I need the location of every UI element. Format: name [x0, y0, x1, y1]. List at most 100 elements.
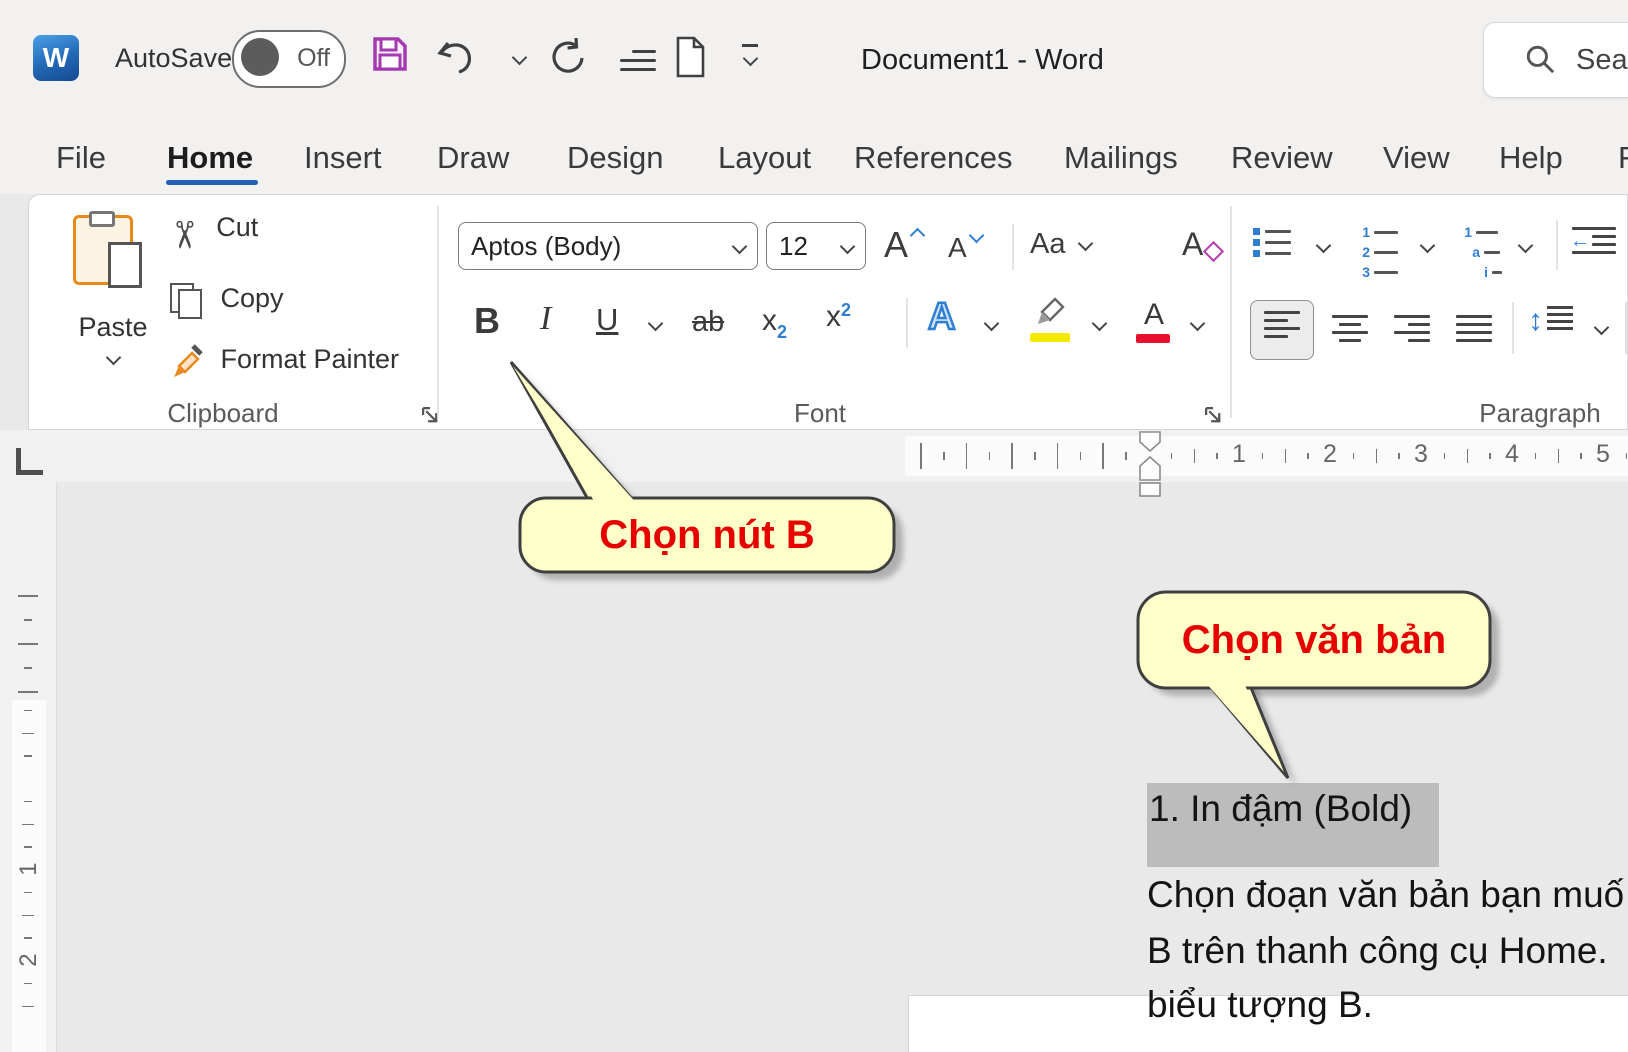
underline-button[interactable]: U	[596, 302, 618, 338]
align-left-button[interactable]	[1250, 300, 1314, 360]
v-ruler-number: 2	[15, 945, 43, 975]
subscript-mark: 2	[777, 322, 787, 342]
ruler-tick	[1011, 443, 1013, 469]
h-ruler-number: 4	[1503, 440, 1521, 469]
numbering-button[interactable]: 1 2 3	[1358, 220, 1398, 284]
bold-button[interactable]: B	[474, 300, 500, 342]
tab-selector-button[interactable]	[16, 448, 43, 475]
callout-bold-button-text: Chọn nút B	[520, 498, 894, 572]
ruler-tick	[24, 983, 32, 985]
bullet-square-icon	[1253, 228, 1260, 235]
redo-button[interactable]	[545, 34, 593, 87]
redo-icon	[545, 34, 593, 82]
ruler-tick	[1489, 453, 1491, 459]
v-ruler-number: 1	[15, 854, 43, 884]
customize-toolbar-button[interactable]	[742, 44, 758, 69]
indent-markers[interactable]	[1136, 430, 1164, 500]
document-heading[interactable]: 1. In đậm (Bold)	[1147, 783, 1439, 832]
subscript-button[interactable]: x2	[762, 304, 787, 343]
tab-design[interactable]: Design	[567, 140, 664, 176]
paste-button[interactable]: Paste	[58, 210, 168, 370]
first-line-indent-marker	[1140, 432, 1160, 451]
font-size-chevron-icon	[840, 238, 856, 254]
tab-help[interactable]: Help	[1499, 140, 1563, 176]
line-spacing-lines-icon	[1547, 302, 1573, 334]
justify-button[interactable]	[1456, 310, 1492, 347]
highlight-color-button[interactable]	[1030, 292, 1074, 342]
undo-dropdown-chevron-icon[interactable]	[512, 50, 528, 66]
ruler-tick	[989, 452, 991, 460]
strikethrough-button[interactable]: ab	[692, 306, 724, 339]
word-logo-icon[interactable]: W	[33, 35, 79, 81]
eraser-icon	[1203, 241, 1224, 262]
search-box[interactable]: Sea	[1483, 22, 1628, 98]
document-line[interactable]: Chọn đoạn văn bản bạn muố	[1147, 872, 1624, 918]
small-divider	[906, 298, 908, 348]
autosave-toggle[interactable]: Off	[232, 30, 346, 88]
change-case-button[interactable]: Aa	[1030, 228, 1091, 261]
tab-draw[interactable]: Draw	[437, 140, 509, 176]
line-spacing-button[interactable]: ↕	[1528, 302, 1573, 339]
ruler-tick	[22, 824, 34, 826]
ruler-tick	[18, 643, 38, 645]
tab-layout[interactable]: Layout	[718, 140, 811, 176]
font-dialog-launcher-icon[interactable]	[1203, 405, 1223, 425]
tab-insert[interactable]: Insert	[304, 140, 382, 176]
small-divider	[1556, 220, 1558, 270]
ruler-tick	[24, 846, 32, 848]
paste-dropdown-chevron-icon[interactable]	[106, 350, 122, 366]
ruler-tick	[22, 915, 34, 917]
menu-lines-button[interactable]	[620, 44, 656, 77]
save-button[interactable]	[368, 32, 412, 81]
ruler-tick	[24, 801, 32, 803]
clipboard-sheet-icon	[108, 242, 142, 288]
ruler-tick	[1580, 453, 1582, 459]
ruler-tick	[1194, 449, 1196, 463]
ruler-tick	[22, 733, 34, 735]
clear-formatting-button[interactable]: A	[1182, 226, 1226, 263]
text-effects-button[interactable]: A	[928, 296, 955, 339]
multilevel-list-button[interactable]: 1 a i	[1460, 220, 1502, 284]
cut-button[interactable]: ✂ Cut	[168, 212, 258, 257]
tab-file[interactable]: File	[56, 140, 106, 176]
ruler-tick	[1444, 453, 1446, 459]
format-painter-button[interactable]: Format Painter	[168, 340, 399, 385]
tab-mailings[interactable]: Mailings	[1064, 140, 1178, 176]
ruler-tick	[1216, 453, 1218, 459]
align-right-button[interactable]	[1394, 310, 1430, 347]
document-line[interactable]: B trên thanh công cụ Home.	[1147, 928, 1608, 974]
font-color-button[interactable]: A	[1136, 298, 1172, 343]
small-divider	[1625, 302, 1627, 354]
tab-view[interactable]: View	[1383, 140, 1450, 176]
save-icon	[368, 32, 412, 76]
align-center-button[interactable]	[1332, 310, 1368, 347]
decrease-indent-button[interactable]: ←	[1572, 222, 1616, 259]
undo-button[interactable]	[432, 34, 480, 87]
font-name-combobox[interactable]: Aptos (Body)	[458, 222, 758, 270]
title-bar: W AutoSave Off	[0, 0, 1628, 112]
menu-line	[620, 59, 656, 62]
shrink-font-button[interactable]: A	[948, 232, 982, 264]
document-line[interactable]: biểu tượng B.	[1147, 982, 1373, 1028]
callout-select-text-text: Chọn văn bản	[1138, 592, 1490, 688]
grow-font-button[interactable]: A	[884, 224, 923, 266]
tab-home[interactable]: Home	[167, 140, 253, 176]
ruler-tick	[1558, 449, 1560, 463]
superscript-button[interactable]: x2	[826, 300, 851, 334]
word-window: W AutoSave Off	[0, 0, 1628, 1052]
ribbon-tab-row: File Home Insert Draw Design Layout Refe…	[0, 112, 1628, 194]
bullets-button[interactable]	[1253, 224, 1291, 261]
new-document-button[interactable]	[668, 34, 712, 85]
ruler-tick	[18, 691, 38, 693]
copy-button[interactable]: Copy	[170, 283, 283, 322]
bold-label: B	[474, 300, 500, 341]
tab-references[interactable]: References	[854, 140, 1013, 176]
italic-button[interactable]: I	[540, 300, 551, 338]
multilevel-mark: a	[1468, 244, 1480, 260]
tab-partial[interactable]: F	[1618, 140, 1628, 176]
font-size-combobox[interactable]: 12	[766, 222, 866, 270]
group-divider	[437, 206, 439, 418]
tab-review[interactable]: Review	[1231, 140, 1333, 176]
font-color-label: A	[1144, 298, 1164, 331]
selected-text-highlight[interactable]: 1. In đậm (Bold)	[1147, 783, 1439, 867]
